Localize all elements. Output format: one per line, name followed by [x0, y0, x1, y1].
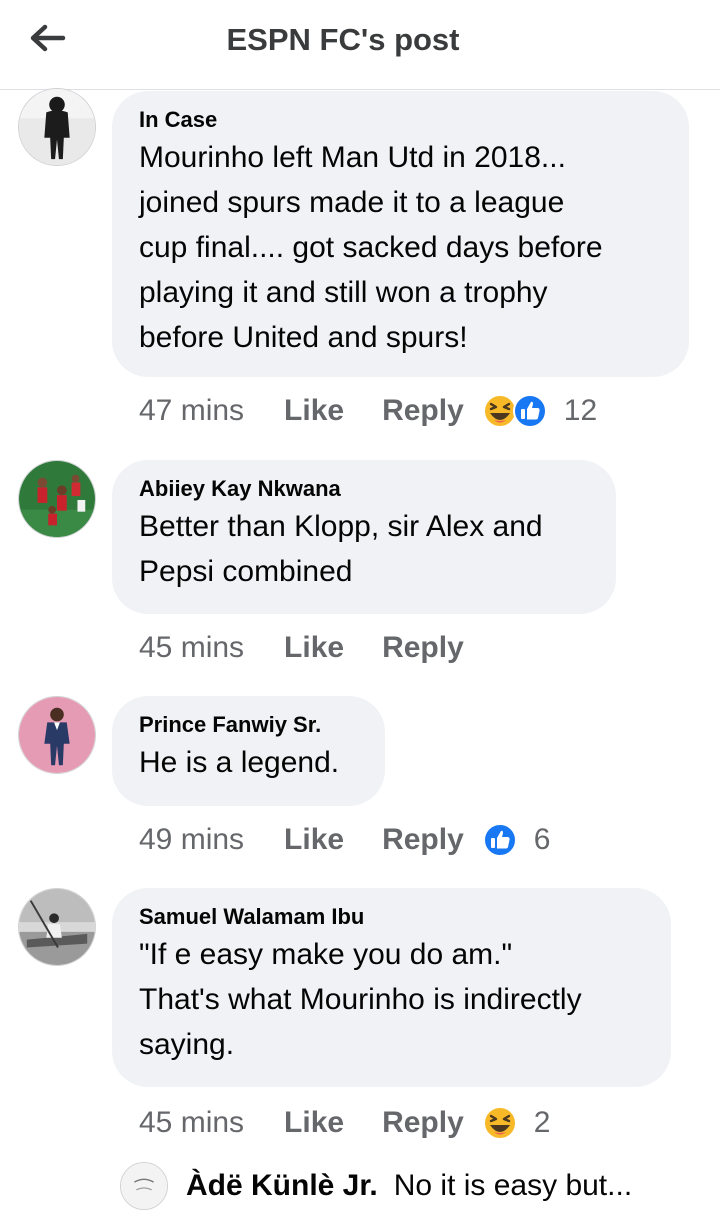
reply-button[interactable]: Reply: [382, 394, 464, 428]
comment-time: 45 mins: [139, 1106, 245, 1139]
comment-time: 45 mins: [139, 631, 245, 664]
avatar-samuel-walamam-ibu[interactable]: [18, 888, 96, 966]
comment-text: "If e easy make you do am." That's what …: [139, 938, 582, 1061]
comment-bubble[interactable]: Prince Fanwiy Sr. He is a legend.: [112, 696, 385, 806]
like-button[interactable]: Like: [284, 823, 344, 857]
reply-button[interactable]: Reply: [382, 1106, 464, 1140]
comment-actions: 49 mins Like Reply 6: [139, 820, 550, 860]
avatar-prince-fanwiy[interactable]: [18, 696, 96, 774]
comment-actions: 47 mins Like Reply 12: [139, 391, 597, 431]
comment-author[interactable]: Abiiey Kay Nkwana: [139, 474, 588, 504]
reaction-count[interactable]: 12: [564, 394, 597, 428]
reply-button[interactable]: Reply: [382, 631, 464, 665]
comment-time: 49 mins: [139, 823, 245, 856]
comment-author[interactable]: Samuel Walamam Ibu: [139, 902, 643, 932]
comment-text: Better than Klopp, sir Alex and Pepsi co…: [139, 510, 543, 588]
comment-actions: 45 mins Like Reply 2: [139, 1103, 550, 1143]
comment-bubble[interactable]: In Case Mourinho left Man Utd in 2018...…: [112, 91, 689, 377]
comment-bubble[interactable]: Samuel Walamam Ibu "If e easy make you d…: [112, 888, 671, 1087]
comment-author[interactable]: In Case: [139, 105, 661, 135]
comment-time: 47 mins: [139, 394, 245, 427]
page-title: ESPN FC's post: [226, 22, 460, 57]
like-icon: [482, 823, 517, 857]
reactions[interactable]: [482, 1105, 518, 1141]
reply-author[interactable]: Àdë Künlè Jr.: [186, 1169, 378, 1203]
comment-bubble[interactable]: Abiiey Kay Nkwana Better than Klopp, sir…: [112, 460, 616, 614]
comment-text: He is a legend.: [139, 746, 340, 779]
avatar-in-case[interactable]: [18, 88, 96, 166]
reply-button[interactable]: Reply: [382, 823, 464, 857]
reaction-count[interactable]: 2: [534, 1106, 551, 1140]
reply-text[interactable]: No it is easy but...: [394, 1169, 632, 1203]
top-bar: ESPN FC's post: [0, 0, 720, 90]
reaction-count[interactable]: 6: [534, 823, 551, 857]
comment-author[interactable]: Prince Fanwiy Sr.: [139, 710, 357, 740]
comment-text: Mourinho left Man Utd in 2018... joined …: [139, 141, 603, 354]
like-button[interactable]: Like: [284, 631, 344, 665]
reactions[interactable]: [482, 393, 548, 429]
reply-preview[interactable]: Àdë Künlè Jr. No it is easy but...: [120, 1160, 632, 1212]
haha-icon: [482, 1106, 517, 1140]
avatar-ade-kunle[interactable]: [120, 1162, 168, 1210]
avatar-abiiey-kay-nkwana[interactable]: [18, 460, 96, 538]
comment-actions: 45 mins Like Reply: [139, 628, 482, 668]
like-button[interactable]: Like: [284, 394, 344, 428]
like-button[interactable]: Like: [284, 1106, 344, 1140]
reactions[interactable]: [482, 822, 518, 858]
like-icon: [512, 394, 547, 428]
